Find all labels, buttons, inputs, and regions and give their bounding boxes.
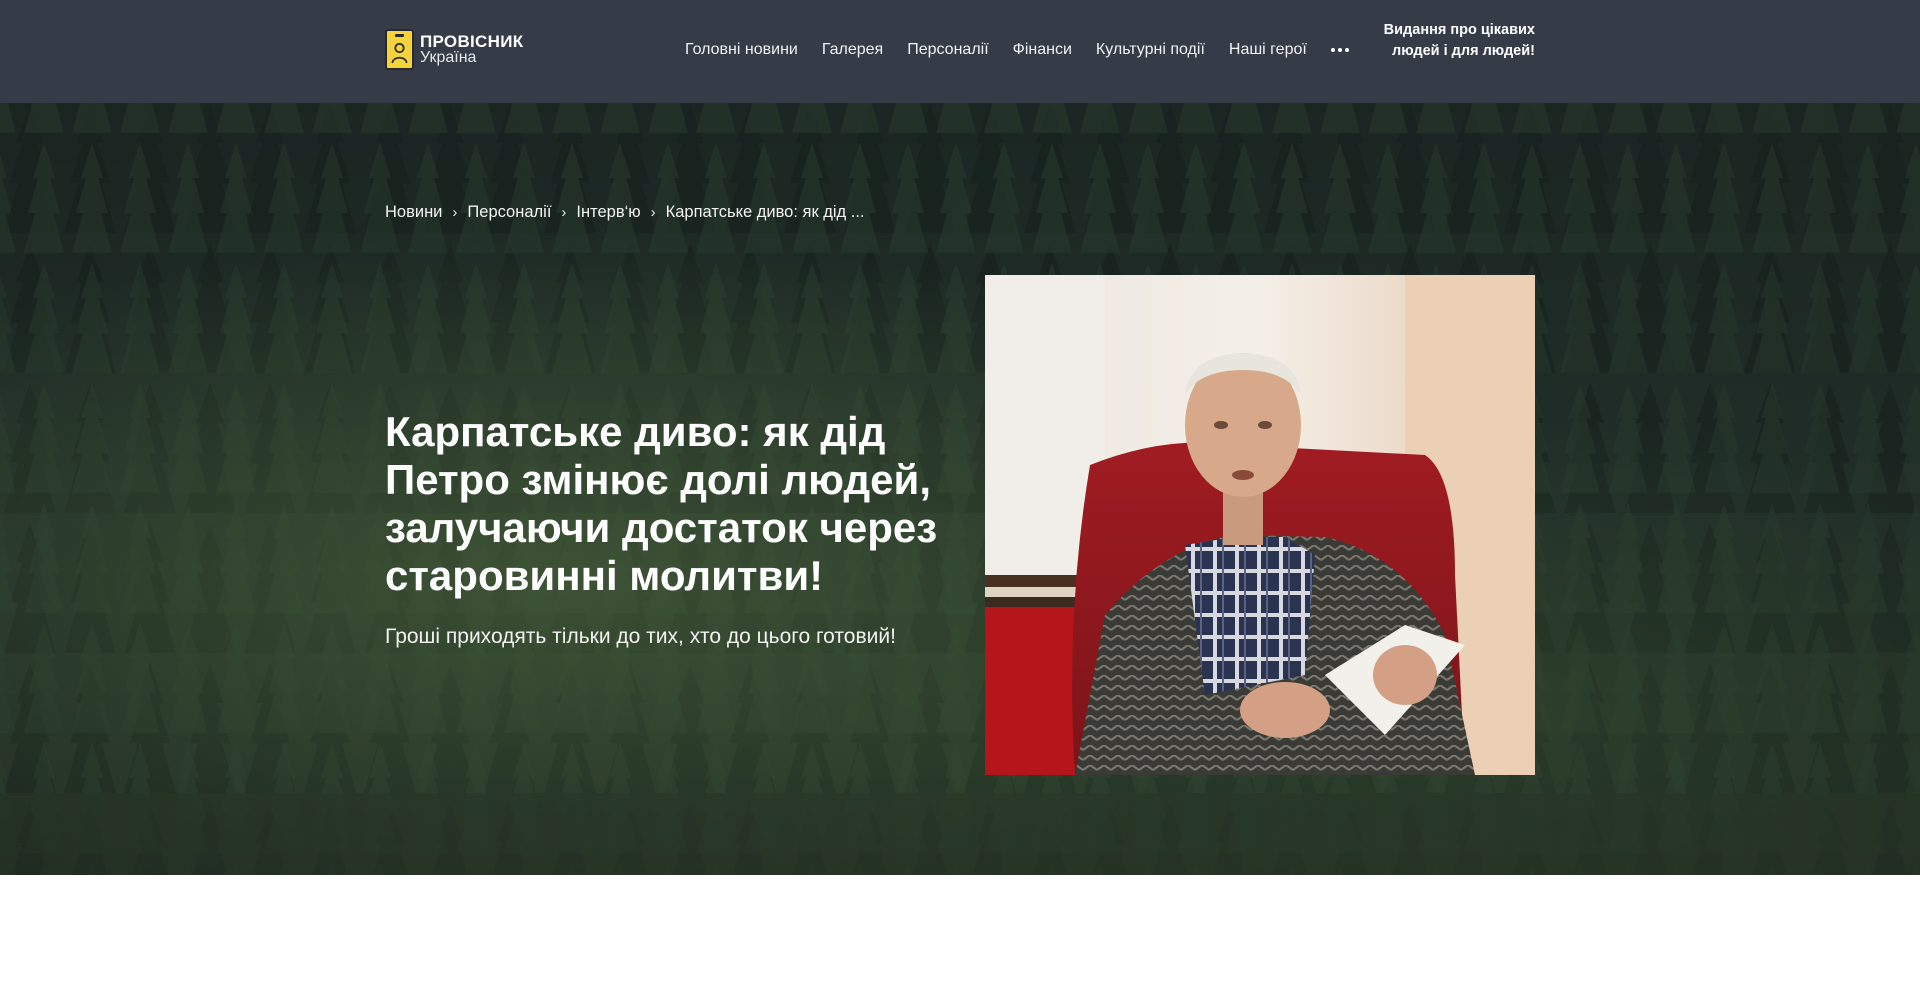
nav-item-our-heroes[interactable]: Наші герої — [1229, 41, 1307, 59]
chevron-right-icon: › — [452, 204, 458, 221]
nav-item-personalities[interactable]: Персоналії — [907, 41, 988, 59]
site-logo[interactable]: ПРОВІСНИК Україна — [385, 29, 523, 70]
logo-subtitle: Україна — [420, 49, 477, 66]
article-subtitle: Гроші приходять тільки до тих, хто до ць… — [385, 625, 896, 648]
logo-title: ПРОВІСНИК — [420, 32, 524, 51]
nav-item-main-news[interactable]: Головні новини — [685, 41, 798, 59]
breadcrumb-interview[interactable]: Інтерв‘ю — [576, 203, 640, 222]
nav-item-gallery[interactable]: Галерея — [822, 41, 883, 59]
nav-item-culture-events[interactable]: Культурні події — [1096, 41, 1205, 59]
site-tagline: Видання про цікавих людей і для людей! — [1383, 22, 1535, 59]
main-nav: Головні новини Галерея Персоналії Фінанс… — [685, 41, 1349, 59]
more-horizontal-icon[interactable] — [1330, 41, 1349, 59]
chevron-right-icon: › — [561, 204, 567, 221]
article-title: Карпатське диво: як дід Петро змінює дол… — [385, 408, 938, 599]
breadcrumb-personalities[interactable]: Персоналії — [467, 203, 551, 222]
article-photo — [985, 275, 1535, 775]
breadcrumb: Новини › Персоналії › Інтерв‘ю › Карпатс… — [385, 203, 865, 222]
id-badge-icon — [385, 29, 414, 70]
breadcrumb-current: Карпатське диво: як дід ... — [665, 203, 865, 221]
site-header: ПРОВІСНИК Україна Головні новини Галерея… — [0, 0, 1920, 103]
breadcrumb-news[interactable]: Новини — [385, 203, 442, 222]
article-hero: Новини › Персоналії › Інтерв‘ю › Карпатс… — [0, 103, 1920, 875]
nav-item-finance[interactable]: Фінанси — [1013, 41, 1072, 59]
chevron-right-icon: › — [650, 204, 656, 221]
